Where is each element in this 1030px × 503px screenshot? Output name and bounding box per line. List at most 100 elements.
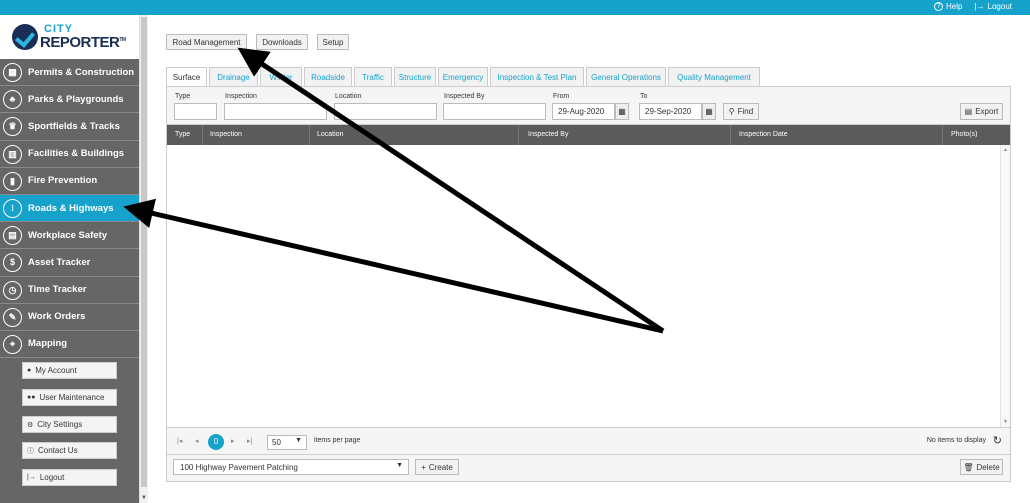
- city-reporter-logo[interactable]: CITY REPORTERTM: [0, 15, 139, 59]
- sidebar-item-label: Fire Prevention: [28, 175, 98, 187]
- current-page[interactable]: 0: [208, 434, 224, 450]
- column-divider: [202, 125, 203, 145]
- page-size-select[interactable]: 50 ▼: [267, 435, 307, 450]
- logout-label: Logout: [987, 2, 1012, 11]
- inspection-type-select[interactable]: 100 Highway Pavement Patching ▼: [173, 459, 409, 475]
- sidebar-item-label: Time Tracker: [28, 284, 87, 296]
- map-icon: ⌖: [3, 334, 22, 354]
- help-link[interactable]: ? Help: [934, 2, 962, 11]
- location-label: Location: [335, 93, 362, 100]
- downloads-button[interactable]: Downloads: [256, 34, 308, 50]
- tab-winter[interactable]: Winter: [260, 67, 302, 86]
- sidebar-item-asset-tracker[interactable]: $ Asset Tracker: [0, 249, 139, 277]
- create-label: Create: [428, 462, 453, 472]
- user-icon: ●: [27, 367, 32, 374]
- sidebar-item-fire-prevention[interactable]: ▮ Fire Prevention: [0, 168, 139, 195]
- column-divider: [518, 125, 519, 145]
- trash-icon: 🗑: [963, 462, 974, 472]
- export-button[interactable]: ▤ Export: [960, 103, 1003, 120]
- sidebar-item-facilities-buildings[interactable]: ▥ Facilities & Buildings: [0, 141, 139, 168]
- sidebar-item-permits-construction[interactable]: ▦ Permits & Construction: [0, 59, 139, 87]
- account-button-label: Contact Us: [38, 446, 78, 455]
- sidebar: CITY REPORTERTM ▦ Permits & Construction ♣…: [0, 15, 139, 503]
- delete-button[interactable]: 🗑 Delete: [960, 459, 1003, 475]
- sidebar-item-roads-highways[interactable]: ⁝ Roads & Highways: [0, 194, 139, 223]
- first-page-icon[interactable]: |◂: [177, 437, 182, 445]
- column-divider: [942, 125, 943, 145]
- refresh-icon[interactable]: ↻: [993, 434, 1002, 447]
- sidebar-item-label: Roads & Highways: [28, 202, 114, 214]
- calendar-icon[interactable]: ▦: [702, 103, 716, 120]
- last-page-icon[interactable]: ▸|: [247, 437, 252, 445]
- create-button[interactable]: + Create: [415, 459, 459, 475]
- sidebar-item-time-tracker[interactable]: ◷ Time Tracker: [0, 277, 139, 304]
- tab-inspection-test-plan[interactable]: Inspection & Test Plan: [490, 67, 584, 86]
- prev-page-icon[interactable]: ◂: [195, 437, 199, 445]
- logout-button[interactable]: |→ Logout: [22, 469, 117, 486]
- chevron-down-icon: ▼: [396, 462, 403, 469]
- column-header-type[interactable]: Type: [175, 131, 190, 138]
- next-page-icon[interactable]: ▸: [231, 437, 235, 445]
- inspected-by-input[interactable]: [443, 103, 546, 120]
- logout-link[interactable]: |→ Logout: [974, 2, 1012, 11]
- users-icon: ●●: [27, 394, 36, 401]
- tab-surface[interactable]: Surface: [166, 67, 207, 86]
- tab-quality-management[interactable]: Quality Management: [668, 67, 760, 86]
- sidebar-item-label: Mapping: [28, 338, 68, 350]
- column-header-inspection-date[interactable]: Inspection Date: [739, 131, 788, 138]
- user-maintenance-button[interactable]: ●● User Maintenance: [22, 389, 117, 406]
- location-input[interactable]: [334, 103, 437, 120]
- from-date-input[interactable]: 29-Aug-2020: [552, 103, 615, 120]
- traffic-light-icon: ⁝: [3, 198, 22, 218]
- inspection-input[interactable]: [224, 103, 327, 120]
- tab-roadside[interactable]: Roadside: [304, 67, 352, 86]
- sidebar-item-mapping[interactable]: ⌖ Mapping: [0, 331, 139, 359]
- account-button-label: My Account: [35, 366, 77, 375]
- column-header-photos[interactable]: Photo(s): [951, 131, 977, 138]
- column-header-inspection[interactable]: Inspection: [210, 131, 242, 138]
- scroll-down-icon[interactable]: ▼: [1003, 419, 1008, 425]
- tab-drainage[interactable]: Drainage: [209, 67, 258, 86]
- panel-footer: 100 Highway Pavement Patching ▼ + Create…: [167, 455, 1010, 481]
- contact-us-button[interactable]: ⓘ Contact Us: [22, 442, 117, 459]
- type-label: Type: [175, 93, 191, 100]
- tab-traffic[interactable]: Traffic: [354, 67, 392, 86]
- column-header-location[interactable]: Location: [317, 131, 343, 138]
- sidebar-scrollbar[interactable]: ▼: [139, 15, 148, 503]
- help-icon: ?: [934, 2, 943, 11]
- city-settings-button[interactable]: ⚙ City Settings: [22, 416, 117, 433]
- to-date-input[interactable]: 29-Sep-2020: [639, 103, 702, 120]
- filter-bar: Type Inspection Location Inspected By Fr…: [167, 87, 1010, 125]
- top-links: ? Help |→ Logout: [934, 2, 1012, 11]
- road-management-button[interactable]: Road Management: [166, 34, 247, 50]
- find-button[interactable]: ⚲ Find: [723, 103, 759, 120]
- sidebar-item-work-orders[interactable]: ✎ Work Orders: [0, 304, 139, 331]
- type-input[interactable]: [174, 103, 217, 120]
- scroll-down-icon[interactable]: ▼: [141, 495, 147, 501]
- account-button-label: City Settings: [37, 420, 83, 429]
- setup-button[interactable]: Setup: [317, 34, 349, 50]
- sidebar-item-workplace-safety[interactable]: ▤ Workplace Safety: [0, 222, 139, 250]
- sidebar-item-sportfields-tracks[interactable]: ♛ Sportfields & Tracks: [0, 113, 139, 141]
- calendar-icon[interactable]: ▦: [615, 103, 629, 120]
- grid-scrollbar[interactable]: ▲ ▼: [1000, 145, 1010, 427]
- scroll-up-icon[interactable]: ▲: [1003, 147, 1008, 153]
- top-bar: ? Help |→ Logout: [0, 0, 1030, 15]
- sidebar-item-label: Sportfields & Tracks: [28, 120, 120, 132]
- sidebar-item-label: Asset Tracker: [28, 256, 91, 268]
- tab-general-operations[interactable]: General Operations: [586, 67, 666, 86]
- tab-structure[interactable]: Structure: [394, 67, 436, 86]
- help-label: Help: [946, 2, 963, 11]
- sidebar-item-parks-playgrounds[interactable]: ♣ Parks & Playgrounds: [0, 86, 139, 114]
- scrollbar-thumb[interactable]: [141, 17, 147, 487]
- fire-extinguisher-icon: ▮: [3, 171, 22, 191]
- find-label: Find: [737, 107, 754, 116]
- tab-emergency[interactable]: Emergency: [438, 67, 488, 86]
- facility-icon: ▥: [3, 144, 22, 164]
- tree-icon: ♣: [3, 90, 22, 110]
- my-account-button[interactable]: ● My Account: [22, 362, 117, 379]
- column-header-inspected-by[interactable]: Inspected By: [528, 131, 568, 138]
- safety-icon: ▤: [3, 226, 22, 246]
- column-divider: [730, 125, 731, 145]
- inspection-panel: Type Inspection Location Inspected By Fr…: [166, 86, 1011, 482]
